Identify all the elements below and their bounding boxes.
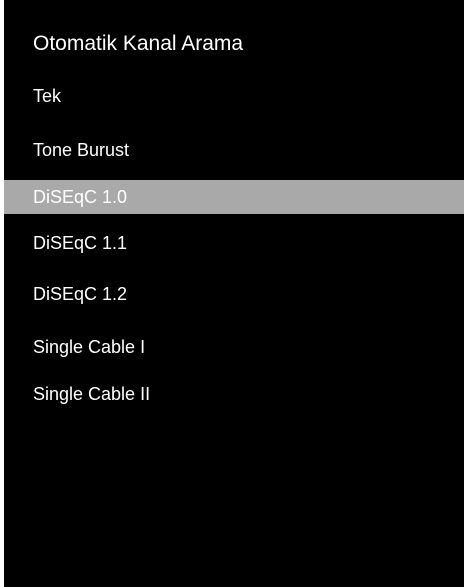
menu-item-single-cable-2[interactable]: Single Cable II bbox=[4, 377, 464, 411]
menu-item-label: DiSEqC 1.1 bbox=[33, 233, 128, 253]
menu-item-tone-burust[interactable]: Tone Burust bbox=[4, 133, 464, 167]
menu-item-label: Single Cable I bbox=[33, 337, 146, 357]
menu-item-label: Tek bbox=[33, 86, 62, 106]
lnb-type-menu: Tek Tone Burust DiSEqC 1.0 DiSEqC 1.1 Di… bbox=[4, 0, 464, 587]
automatic-channel-search-panel: Otomatik Kanal Arama Tek Tone Burust DiS… bbox=[4, 0, 464, 587]
menu-item-label: Tone Burust bbox=[33, 140, 130, 160]
menu-item-tek[interactable]: Tek bbox=[4, 79, 464, 113]
menu-item-diseqc-1-1[interactable]: DiSEqC 1.1 bbox=[4, 226, 464, 260]
menu-item-label: DiSEqC 1.2 bbox=[33, 284, 128, 304]
menu-item-label: Single Cable II bbox=[33, 384, 151, 404]
menu-item-single-cable-1[interactable]: Single Cable I bbox=[4, 330, 464, 364]
menu-item-diseqc-1-2[interactable]: DiSEqC 1.2 bbox=[4, 277, 464, 311]
menu-item-diseqc-1-0[interactable]: DiSEqC 1.0 bbox=[4, 180, 464, 214]
menu-item-label: DiSEqC 1.0 bbox=[33, 187, 128, 207]
